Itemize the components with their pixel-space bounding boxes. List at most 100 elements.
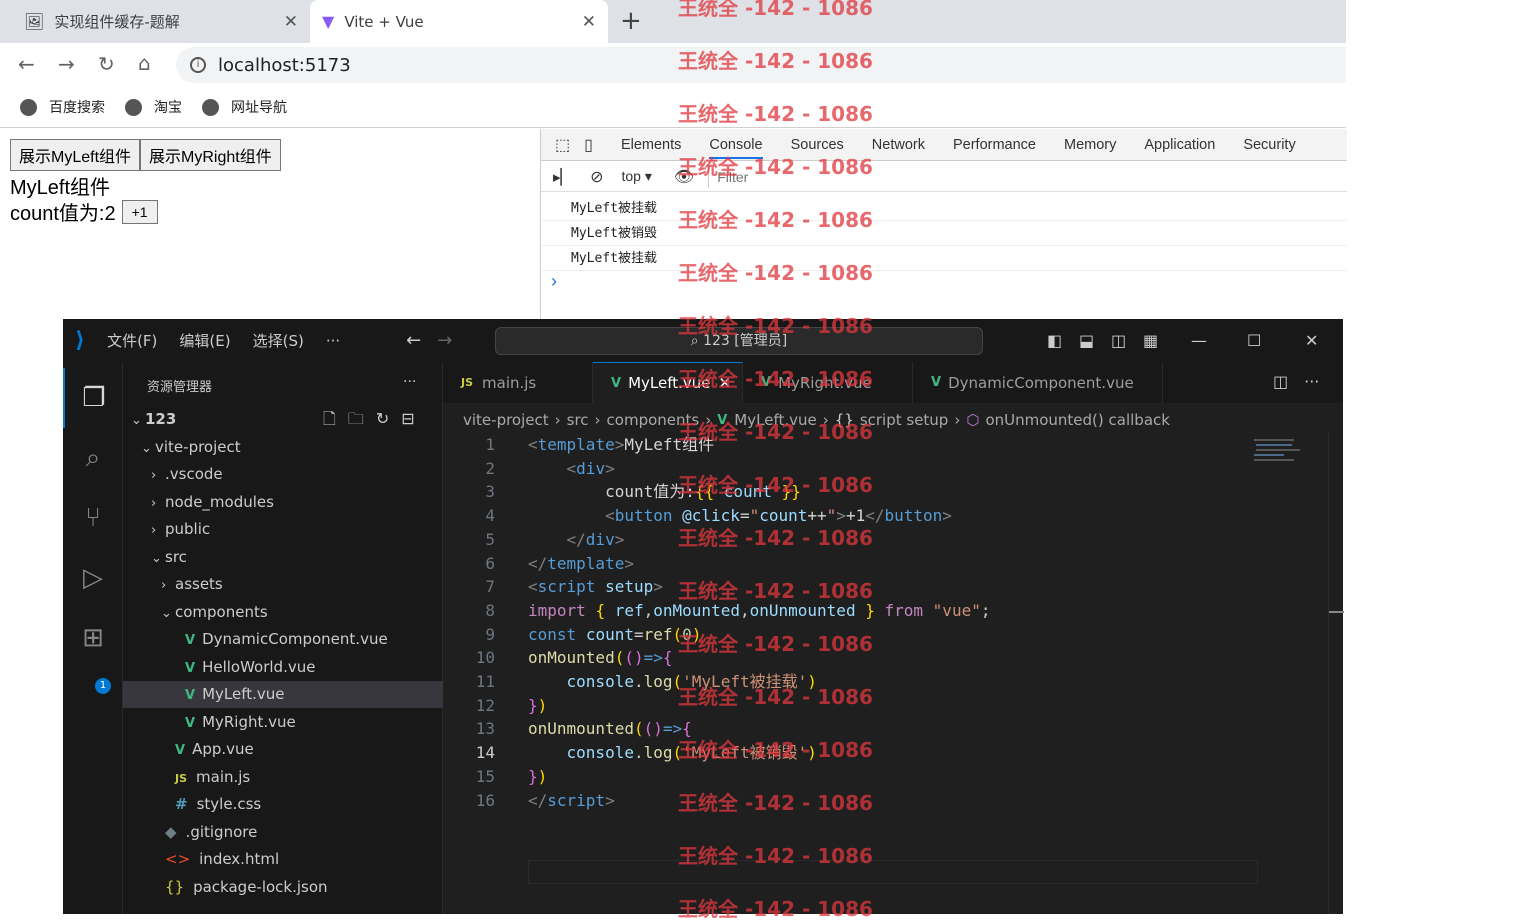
toggle-secondary-sidebar-icon[interactable]: ◫ bbox=[1111, 331, 1126, 350]
maximize-icon[interactable]: ☐ bbox=[1247, 331, 1261, 350]
close-icon[interactable]: ✕ bbox=[284, 12, 298, 32]
tree-item[interactable]: V DynamicComponent.vue bbox=[123, 626, 443, 653]
show-myright-button[interactable]: 展示MyRight组件 bbox=[140, 139, 281, 171]
explorer-more-icon[interactable]: ··· bbox=[403, 374, 416, 390]
tree-item[interactable]: › node_modules bbox=[123, 489, 443, 516]
code-line[interactable]: <div> bbox=[528, 457, 615, 481]
code-line[interactable]: </template> bbox=[528, 552, 634, 576]
new-tab-button[interactable]: + bbox=[620, 6, 642, 36]
show-myleft-button[interactable]: 展示MyLeft组件 bbox=[10, 139, 141, 171]
reload-icon[interactable]: ↻ bbox=[98, 52, 115, 76]
bookmark-2[interactable]: 淘宝 bbox=[125, 97, 182, 117]
tree-item-label: App.vue bbox=[192, 740, 254, 758]
globe-icon bbox=[202, 98, 219, 116]
browser-tab-1[interactable]: 🖼 实现组件缓存-题解 ✕ bbox=[12, 0, 310, 43]
inspect-icon[interactable]: ⬚ bbox=[555, 135, 570, 155]
devtools-tab-performance[interactable]: Performance bbox=[953, 137, 1036, 153]
watermark-text: 王统全 -142 - 1086 bbox=[678, 473, 873, 497]
tree-item[interactable]: ⌄ 123 bbox=[123, 406, 443, 433]
search-icon[interactable]: ⌕ bbox=[63, 428, 123, 488]
devtools-tab-application[interactable]: Application bbox=[1144, 137, 1215, 153]
tree-item[interactable]: ⌄ components bbox=[123, 599, 443, 626]
toggle-sidebar-icon[interactable]: ◧ bbox=[1047, 331, 1062, 350]
info-icon[interactable]: i bbox=[190, 57, 206, 73]
tree-item[interactable]: V HelloWorld.vue bbox=[123, 654, 443, 681]
devtools-tab-security[interactable]: Security bbox=[1243, 137, 1295, 153]
forward-icon[interactable]: → bbox=[58, 52, 75, 76]
menu-file[interactable]: 文件(F) bbox=[107, 330, 157, 351]
bookmark-3[interactable]: 网址导航 bbox=[202, 97, 287, 117]
menu-edit[interactable]: 编辑(E) bbox=[179, 330, 230, 351]
watermark-text: 王统全 -142 - 1086 bbox=[678, 791, 873, 815]
editor-tab-main-js[interactable]: JS main.js bbox=[443, 362, 593, 403]
home-icon[interactable]: ⌂ bbox=[138, 51, 151, 75]
split-editor-icon[interactable]: ◫ bbox=[1273, 372, 1288, 403]
sidebar-toggle-icon[interactable]: ▸▏ bbox=[553, 168, 572, 186]
menu-more[interactable]: ··· bbox=[326, 332, 340, 350]
increment-button[interactable]: +1 bbox=[121, 199, 158, 224]
tree-item[interactable]: # style.css bbox=[123, 791, 443, 818]
run-debug-icon[interactable]: ▷ bbox=[63, 548, 123, 608]
breadcrumb-item[interactable]: script setup bbox=[860, 411, 949, 429]
tree-item[interactable]: › public bbox=[123, 516, 443, 543]
tree-item[interactable]: JS main.js bbox=[123, 764, 443, 791]
explorer-title: 资源管理器 bbox=[147, 380, 213, 395]
devtools-tab-elements[interactable]: Elements bbox=[621, 137, 681, 153]
close-icon[interactable]: ✕ bbox=[582, 12, 596, 32]
code-line[interactable]: }) bbox=[528, 765, 547, 789]
explorer-icon[interactable]: ❐ bbox=[63, 368, 123, 428]
minimize-icon[interactable]: — bbox=[1191, 331, 1207, 350]
extensions-badge: 1 bbox=[95, 678, 111, 694]
tree-item[interactable]: V App.vue bbox=[123, 736, 443, 763]
editor-tab-dynamiccomponent-vue[interactable]: V DynamicComponent.vue bbox=[913, 362, 1163, 403]
nav-back-icon[interactable]: ← bbox=[406, 330, 421, 351]
line-number: 16 bbox=[475, 790, 495, 810]
browser-tab-2[interactable]: ▼ Vite + Vue ✕ bbox=[310, 0, 608, 43]
code-line[interactable]: </div> bbox=[528, 528, 625, 552]
vue-file-icon: V bbox=[185, 715, 196, 731]
code-line[interactable]: }) bbox=[528, 694, 547, 718]
editor-scrollbar[interactable] bbox=[1328, 433, 1344, 914]
console-log-line: MyLeft被挂载 bbox=[541, 246, 1347, 271]
breadcrumb-item[interactable]: src bbox=[567, 411, 589, 429]
toggle-panel-icon[interactable]: ⬓ bbox=[1079, 331, 1094, 350]
tree-item[interactable]: {} package-lock.json bbox=[123, 874, 443, 901]
nav-forward-icon[interactable]: → bbox=[437, 330, 452, 351]
source-control-icon[interactable]: ⑂ bbox=[63, 488, 123, 548]
bookmark-1[interactable]: 百度搜索 bbox=[20, 97, 105, 117]
tree-item[interactable]: <> index.html bbox=[123, 846, 443, 873]
back-icon[interactable]: ← bbox=[18, 52, 35, 76]
device-toolbar-icon[interactable]: ▯ bbox=[584, 135, 593, 155]
tree-item[interactable]: › .vscode bbox=[123, 461, 443, 488]
clear-console-icon[interactable]: ⊘ bbox=[590, 167, 603, 187]
context-selector[interactable]: top ▾ bbox=[621, 168, 651, 185]
menu-selection[interactable]: 选择(S) bbox=[253, 330, 304, 351]
customize-layout-icon[interactable]: ▦ bbox=[1143, 331, 1158, 350]
code-line[interactable]: const count=ref(0) bbox=[528, 623, 701, 647]
extensions-icon[interactable]: ⊞ bbox=[63, 608, 123, 668]
console-toolbar: ▸▏ ⊘ top ▾ 👁 bbox=[541, 162, 1347, 192]
tree-item-label: src bbox=[165, 547, 187, 566]
close-window-icon[interactable]: ✕ bbox=[1305, 331, 1318, 350]
tree-item[interactable]: V MyRight.vue bbox=[123, 709, 443, 736]
minimap[interactable] bbox=[1248, 433, 1308, 473]
tree-item[interactable]: ◆ .gitignore bbox=[123, 819, 443, 846]
tree-item[interactable]: › assets bbox=[123, 571, 443, 598]
code-line[interactable]: onMounted(()=>{ bbox=[528, 646, 673, 670]
breadcrumb-item[interactable]: vite-project bbox=[463, 411, 549, 429]
tree-item[interactable]: ⌄ src bbox=[123, 544, 443, 571]
editor-more-icon[interactable]: ··· bbox=[1304, 372, 1319, 403]
watermark-text: 王统全 -142 - 1086 bbox=[678, 738, 873, 762]
console-prompt-icon[interactable]: › bbox=[551, 271, 557, 292]
code-line[interactable]: <script setup> bbox=[528, 575, 663, 599]
devtools-tab-memory[interactable]: Memory bbox=[1064, 137, 1116, 153]
tree-item[interactable]: ⌄ vite-project bbox=[123, 434, 443, 461]
html-file-icon: <> bbox=[165, 850, 191, 868]
devtools-tab-network[interactable]: Network bbox=[872, 137, 925, 153]
breadcrumb-item[interactable]: onUnmounted() callback bbox=[985, 411, 1170, 429]
tree-item[interactable]: V MyLeft.vue bbox=[123, 681, 443, 708]
vue-file-icon: V bbox=[611, 375, 622, 391]
editor-tab-label: main.js bbox=[482, 373, 537, 392]
code-line[interactable]: onUnmounted(()=>{ bbox=[528, 717, 692, 741]
code-line[interactable]: </script> bbox=[528, 789, 615, 813]
